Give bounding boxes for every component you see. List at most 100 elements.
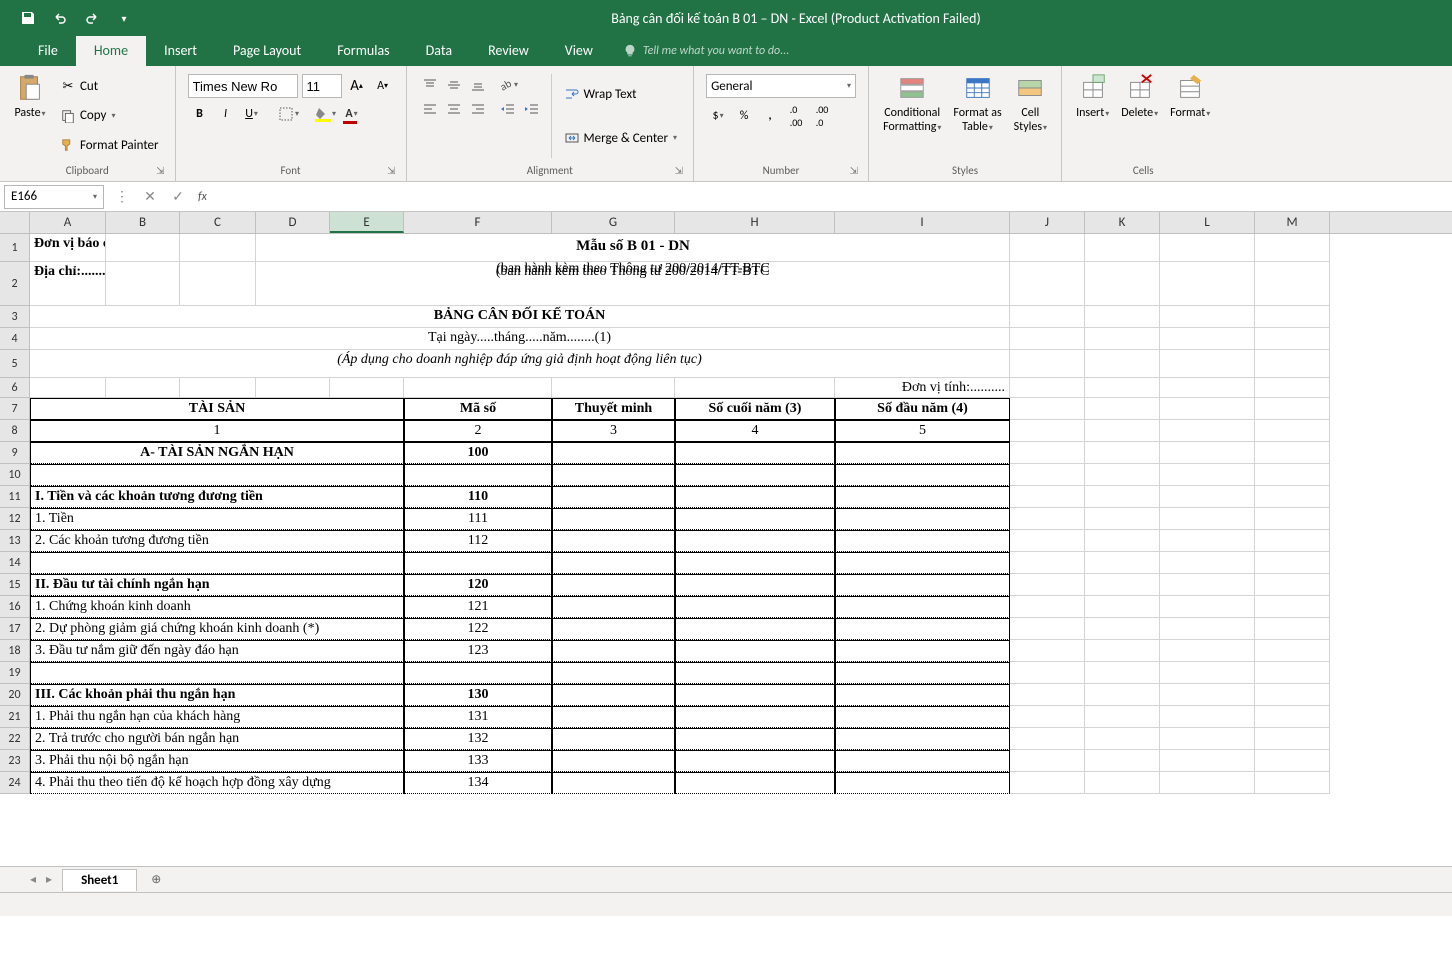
cell-M7[interactable] xyxy=(1255,398,1330,420)
cut-button[interactable]: ✂Cut xyxy=(56,78,163,96)
cell-L9[interactable] xyxy=(1160,442,1255,464)
cell-F19[interactable] xyxy=(404,662,552,684)
align-right-button[interactable] xyxy=(467,98,489,120)
cell-L11[interactable] xyxy=(1160,486,1255,508)
cell-L10[interactable] xyxy=(1160,464,1255,486)
cell-M9[interactable] xyxy=(1255,442,1330,464)
cell-G17[interactable] xyxy=(552,618,675,640)
cell-I11[interactable] xyxy=(835,486,1010,508)
orientation-button[interactable]: ab▾ xyxy=(497,74,519,96)
col-header-H[interactable]: H xyxy=(675,212,835,233)
row-header-3[interactable]: 3 xyxy=(0,306,30,328)
fx-icon[interactable]: fx xyxy=(192,190,213,204)
row-header-15[interactable]: 15 xyxy=(0,574,30,596)
cell-L15[interactable] xyxy=(1160,574,1255,596)
cell-A17[interactable]: 2. Dự phòng giảm giá chứng khoán kinh do… xyxy=(30,618,404,640)
row-header-22[interactable]: 22 xyxy=(0,728,30,750)
cell-M16[interactable] xyxy=(1255,596,1330,618)
col-header-E[interactable]: E xyxy=(330,212,404,233)
row-header-8[interactable]: 8 xyxy=(0,420,30,442)
cell-K14[interactable] xyxy=(1085,552,1160,574)
cell-L13[interactable] xyxy=(1160,530,1255,552)
insert-cells-button[interactable]: Insert▾ xyxy=(1070,70,1115,162)
cell-J12[interactable] xyxy=(1010,508,1085,530)
redo-icon[interactable] xyxy=(80,6,104,30)
cell-F21[interactable]: 131 xyxy=(404,706,552,728)
col-header-K[interactable]: K xyxy=(1085,212,1160,233)
cell-G8[interactable]: 3 xyxy=(552,420,675,442)
row-header-13[interactable]: 13 xyxy=(0,530,30,552)
decrease-font-button[interactable]: A▾ xyxy=(372,75,394,97)
cell-A14[interactable] xyxy=(30,552,404,574)
cell-I7[interactable]: Số đầu năm (4) xyxy=(835,398,1010,420)
cell-G12[interactable] xyxy=(552,508,675,530)
cell-D6[interactable] xyxy=(256,378,330,398)
cell-A16[interactable]: 1. Chứng khoán kinh doanh xyxy=(30,596,404,618)
cell-K13[interactable] xyxy=(1085,530,1160,552)
row-header-18[interactable]: 18 xyxy=(0,640,30,662)
namebox-functions-button[interactable]: ⋮ xyxy=(108,188,136,205)
cell-F8[interactable]: 2 xyxy=(404,420,552,442)
cell-I16[interactable] xyxy=(835,596,1010,618)
decrease-decimal-button[interactable]: .00.0 xyxy=(810,104,834,128)
cell-I24[interactable] xyxy=(835,772,1010,794)
cell-M5[interactable] xyxy=(1255,350,1330,378)
cell-J9[interactable] xyxy=(1010,442,1085,464)
cell-M21[interactable] xyxy=(1255,706,1330,728)
sheet-tab-sheet1[interactable]: Sheet1 xyxy=(62,869,137,891)
spreadsheet-grid[interactable]: ABCDEFGHIJKLM1Đơn vị báo cáo:...........… xyxy=(0,212,1452,866)
cell-H21[interactable] xyxy=(675,706,835,728)
cell-I13[interactable] xyxy=(835,530,1010,552)
cell-H23[interactable] xyxy=(675,750,835,772)
cell-I12[interactable] xyxy=(835,508,1010,530)
cell-H13[interactable] xyxy=(675,530,835,552)
cell-A13[interactable]: 2. Các khoản tương đương tiền xyxy=(30,530,404,552)
cell-K11[interactable] xyxy=(1085,486,1160,508)
cell-H22[interactable] xyxy=(675,728,835,750)
cell-A21[interactable]: 1. Phải thu ngắn hạn của khách hàng xyxy=(30,706,404,728)
cell-A23[interactable]: 3. Phải thu nội bộ ngắn hạn xyxy=(30,750,404,772)
cell-J6[interactable] xyxy=(1010,378,1085,398)
cell-A3[interactable]: BẢNG CÂN ĐỐI KẾ TOÁN xyxy=(30,306,1010,328)
cell-styles-button[interactable]: Cell Styles▾ xyxy=(1008,70,1053,162)
cell-G24[interactable] xyxy=(552,772,675,794)
tab-page-layout[interactable]: Page Layout xyxy=(215,36,319,66)
cell-B6[interactable] xyxy=(106,378,180,398)
cell-K17[interactable] xyxy=(1085,618,1160,640)
cell-H24[interactable] xyxy=(675,772,835,794)
cell-L12[interactable] xyxy=(1160,508,1255,530)
cell-H17[interactable] xyxy=(675,618,835,640)
underline-button[interactable]: U▾ xyxy=(240,102,264,126)
cell-I20[interactable] xyxy=(835,684,1010,706)
enter-formula-button[interactable]: ✓ xyxy=(164,188,192,205)
cell-J5[interactable] xyxy=(1010,350,1085,378)
cell-A2[interactable]: Địa chỉ:................................… xyxy=(30,262,106,306)
cell-K19[interactable] xyxy=(1085,662,1160,684)
cell-K16[interactable] xyxy=(1085,596,1160,618)
cell-J14[interactable] xyxy=(1010,552,1085,574)
cell-H18[interactable] xyxy=(675,640,835,662)
col-header-F[interactable]: F xyxy=(404,212,552,233)
cell-F17[interactable]: 122 xyxy=(404,618,552,640)
col-header-A[interactable]: A xyxy=(30,212,106,233)
cell-C2[interactable] xyxy=(180,262,256,306)
cell-A20[interactable]: III. Các khoản phải thu ngắn hạn xyxy=(30,684,404,706)
accounting-format-button[interactable]: $▾ xyxy=(706,104,730,128)
cell-K21[interactable] xyxy=(1085,706,1160,728)
row-header-6[interactable]: 6 xyxy=(0,378,30,398)
borders-button[interactable]: ▾ xyxy=(277,102,301,126)
col-header-M[interactable]: M xyxy=(1255,212,1330,233)
cell-A15[interactable]: II. Đầu tư tài chính ngắn hạn xyxy=(30,574,404,596)
tab-review[interactable]: Review xyxy=(470,36,547,66)
cell-D1[interactable] xyxy=(256,234,1010,262)
cell-K23[interactable] xyxy=(1085,750,1160,772)
cell-A19[interactable] xyxy=(30,662,404,684)
increase-indent-button[interactable] xyxy=(521,98,543,120)
tab-view[interactable]: View xyxy=(547,36,611,66)
cell-M23[interactable] xyxy=(1255,750,1330,772)
cell-J2[interactable] xyxy=(1010,262,1085,306)
cell-G7[interactable]: Thuyết minh xyxy=(552,398,675,420)
row-header-7[interactable]: 7 xyxy=(0,398,30,420)
cell-K10[interactable] xyxy=(1085,464,1160,486)
cell-J15[interactable] xyxy=(1010,574,1085,596)
